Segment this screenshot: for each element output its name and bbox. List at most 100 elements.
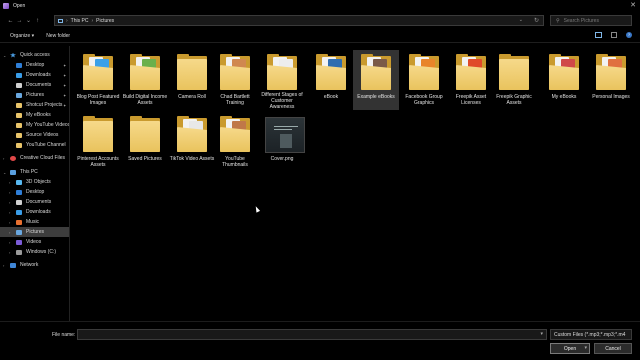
- breadcrumb-separator: ›: [91, 17, 94, 24]
- chevron-right-icon[interactable]: ›: [3, 263, 4, 268]
- folder-icon: [16, 102, 22, 108]
- breadcrumb-pictures[interactable]: Pictures: [96, 18, 114, 24]
- chevron-right-icon[interactable]: ›: [9, 240, 10, 245]
- folder-icon: [16, 142, 22, 148]
- new-folder-button[interactable]: New folder: [46, 33, 70, 39]
- sidebar-item-label: My eBooks: [26, 112, 51, 118]
- folder-item[interactable]: Example eBooks: [353, 50, 399, 110]
- sidebar-item-source-videos[interactable]: Source Videos: [0, 130, 69, 140]
- folder-item[interactable]: Freepik Asset Licenses: [448, 50, 494, 110]
- sidebar-item-3d-objects[interactable]: › 3D Objects: [0, 177, 69, 187]
- folder-item[interactable]: Camera Roll: [169, 50, 215, 110]
- address-dropdown-icon[interactable]: ⌄: [519, 17, 523, 23]
- folder-item[interactable]: Different Stages of Customer Awareness: [259, 50, 305, 110]
- sidebar-item-creative-cloud-files[interactable]: › Creative Cloud Files: [0, 153, 69, 163]
- sidebar-item-desktop[interactable]: Desktop ✦: [0, 60, 69, 70]
- close-icon[interactable]: ✕: [630, 1, 636, 9]
- sidebar-item-videos[interactable]: › Videos: [0, 237, 69, 247]
- sidebar-item-my-youtube-videos[interactable]: My YouTube Videos: [0, 120, 70, 130]
- folder-item[interactable]: Build Digital Income Assets: [122, 50, 168, 110]
- chevron-right-icon[interactable]: ›: [9, 220, 10, 225]
- chevron-right-icon[interactable]: ›: [9, 180, 10, 185]
- organize-button[interactable]: Organize ▾: [10, 33, 34, 39]
- sidebar-item-pictures[interactable]: Pictures ✦: [0, 90, 69, 100]
- folder-item[interactable]: Chad Bartlett Training: [212, 50, 258, 110]
- chevron-down-icon[interactable]: ⌄: [3, 170, 6, 175]
- pin-icon: ✦: [63, 72, 67, 78]
- sidebar-item-pictures[interactable]: › Pictures: [0, 227, 69, 237]
- chevron-right-icon[interactable]: ›: [9, 230, 10, 235]
- cancel-button[interactable]: Cancel: [594, 343, 632, 354]
- up-icon[interactable]: ↑: [33, 16, 42, 25]
- help-icon[interactable]: ?: [626, 32, 632, 38]
- drive-icon: [16, 249, 22, 255]
- folder-item[interactable]: Personal Images: [588, 50, 634, 110]
- back-icon[interactable]: ←: [6, 16, 15, 25]
- folder-item[interactable]: Blog Post Featured Images: [75, 50, 121, 110]
- change-view-icon[interactable]: [595, 32, 602, 38]
- file-name-label: Freepik Asset Licenses: [455, 94, 487, 106]
- file-type-select[interactable]: Custom Files (*.mp3;*.mp3;*.m4: [550, 329, 632, 340]
- sidebar-item-youtube-channel[interactable]: YouTube Channel: [0, 140, 69, 150]
- sidebar-item-network[interactable]: › Network: [0, 260, 69, 270]
- folder-item[interactable]: Freepik Graphic Assets: [491, 50, 537, 110]
- file-name-label: Pinterest Accounts Assets: [77, 156, 119, 168]
- sidebar-item-label: Videos: [26, 239, 42, 245]
- folder-icon: [218, 115, 252, 153]
- folder-icon: [81, 53, 115, 91]
- navigation-bar: ← → ⌄ ↑ › This PC › Pictures ⌄ ↻ ⚲ Searc…: [0, 14, 640, 27]
- sidebar-item-documents[interactable]: Documents ✦: [0, 80, 69, 90]
- folder-item[interactable]: TikTok Video Assets: [169, 112, 215, 172]
- sidebar-item-documents[interactable]: › Documents: [0, 197, 69, 207]
- folder-item[interactable]: eBook: [308, 50, 354, 110]
- sidebar-item-windows-c[interactable]: › Windows (C:): [0, 247, 69, 257]
- folder-icon: [16, 132, 22, 138]
- chevron-down-icon[interactable]: ⌄: [3, 53, 6, 58]
- preview-pane-icon[interactable]: [611, 32, 617, 38]
- folder-icon: [407, 53, 441, 91]
- file-name-label: Saved Pictures: [128, 156, 162, 162]
- open-button-label: Open: [563, 345, 577, 352]
- folder-item[interactable]: Saved Pictures: [122, 112, 168, 172]
- pictures-icon: [16, 229, 22, 235]
- chevron-right-icon[interactable]: ›: [3, 156, 4, 161]
- forward-icon[interactable]: →: [15, 16, 24, 25]
- sidebar-item-label: Shotcut Projects: [26, 102, 63, 108]
- creative-cloud-icon: [10, 155, 16, 161]
- file-name-label: Chad Bartlett Training: [220, 94, 250, 106]
- sidebar-item-label: Quick access: [20, 52, 50, 58]
- folder-icon: [454, 53, 488, 91]
- folder-item[interactable]: YouTube Thumbnails: [212, 112, 258, 172]
- sidebar-item-downloads[interactable]: Downloads ✦: [0, 70, 69, 80]
- sidebar-item-this-pc[interactable]: ⌄ This PC: [0, 167, 69, 177]
- chevron-down-icon[interactable]: ▾: [584, 345, 587, 351]
- refresh-icon[interactable]: ↻: [534, 17, 539, 24]
- folder-item[interactable]: My eBooks: [541, 50, 587, 110]
- chevron-down-icon[interactable]: ▾: [540, 331, 543, 337]
- file-name-label: My eBooks: [551, 94, 577, 100]
- folder-icon: [175, 115, 209, 153]
- open-button[interactable]: Open ▾: [550, 343, 590, 354]
- breadcrumb-this-pc[interactable]: This PC: [71, 18, 89, 24]
- file-name-input[interactable]: ▾: [77, 329, 547, 340]
- sidebar-item-my-ebooks[interactable]: My eBooks: [0, 110, 69, 120]
- chevron-right-icon[interactable]: ›: [9, 190, 10, 195]
- sidebar-item-music[interactable]: › Music: [0, 217, 69, 227]
- chevron-right-icon[interactable]: ›: [9, 200, 10, 205]
- sidebar-item-desktop[interactable]: › Desktop: [0, 187, 69, 197]
- sidebar-item-quick-access[interactable]: ⌄ Quick access: [0, 50, 69, 60]
- search-input[interactable]: ⚲ Search Pictures: [550, 15, 632, 26]
- folder-item[interactable]: Facebook Group Graphics: [401, 50, 447, 110]
- address-bar[interactable]: › This PC › Pictures ⌄ ↻: [54, 15, 544, 26]
- sidebar-item-label: Pictures: [26, 92, 45, 98]
- recent-locations-icon[interactable]: ⌄: [24, 16, 33, 25]
- sidebar-item-downloads[interactable]: › Downloads: [0, 207, 69, 217]
- sidebar-item-label: Windows (C:): [26, 249, 57, 255]
- chevron-right-icon[interactable]: ›: [9, 250, 10, 255]
- image-file[interactable]: Cover.png: [259, 112, 305, 172]
- chevron-right-icon[interactable]: ›: [9, 210, 10, 215]
- folder-item[interactable]: Pinterest Accounts Assets: [75, 112, 121, 172]
- folder-icon: [265, 53, 299, 90]
- sidebar-item-label: My YouTube Videos: [26, 122, 70, 128]
- sidebar-item-shotcut-projects[interactable]: Shotcut Projects ✦: [0, 100, 69, 110]
